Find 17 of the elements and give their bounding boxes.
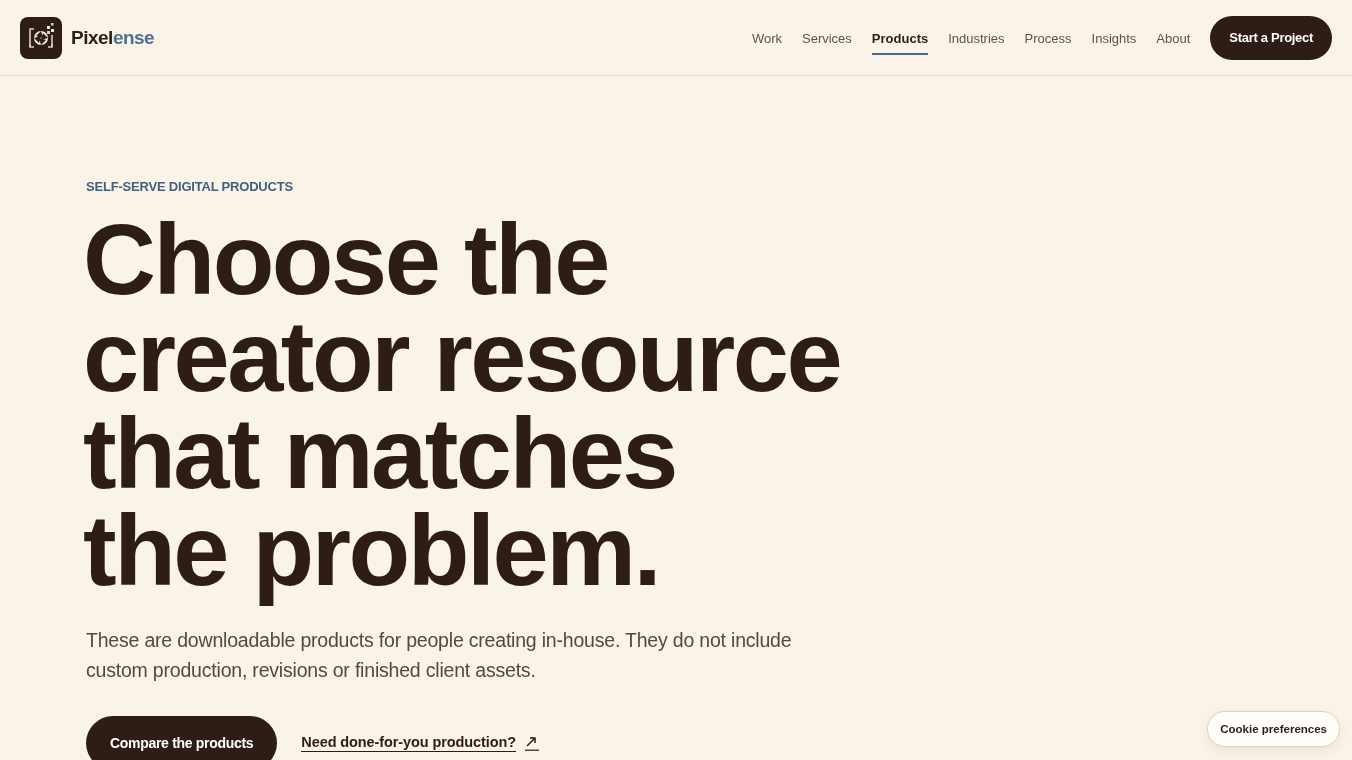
nav-link[interactable]: Products xyxy=(871,22,929,55)
nav-link[interactable]: Process xyxy=(1024,22,1072,55)
nav-link[interactable]: Services xyxy=(802,22,852,55)
hero-description: These are downloadable products for people creating in-house. They do not include custom production, revisions or finished client assets. xyxy=(86,628,793,683)
nav-link[interactable]: About xyxy=(1156,22,1191,55)
logo-icon[interactable] xyxy=(20,16,62,59)
compare-products-button[interactable]: Compare the products xyxy=(86,716,278,760)
hero-headline: Choose the creator resource that matches the problem. xyxy=(83,211,842,608)
start-project-button[interactable]: Start a Project xyxy=(1210,15,1332,60)
eyebrow-label: SELF-SERVE DIGITAL PRODUCTS xyxy=(86,179,293,195)
nav-link[interactable]: Insights xyxy=(1091,22,1137,55)
cookie-preferences-button[interactable]: Cookie preferences xyxy=(1207,711,1340,747)
nav-link[interactable]: Work xyxy=(751,22,782,55)
production-link[interactable]: Need done-for-you production? xyxy=(301,734,516,752)
nav-link[interactable]: Industries xyxy=(948,22,1005,55)
arrow-up-right-icon[interactable] xyxy=(524,735,539,751)
brand-name[interactable]: Pixelense xyxy=(71,26,155,49)
